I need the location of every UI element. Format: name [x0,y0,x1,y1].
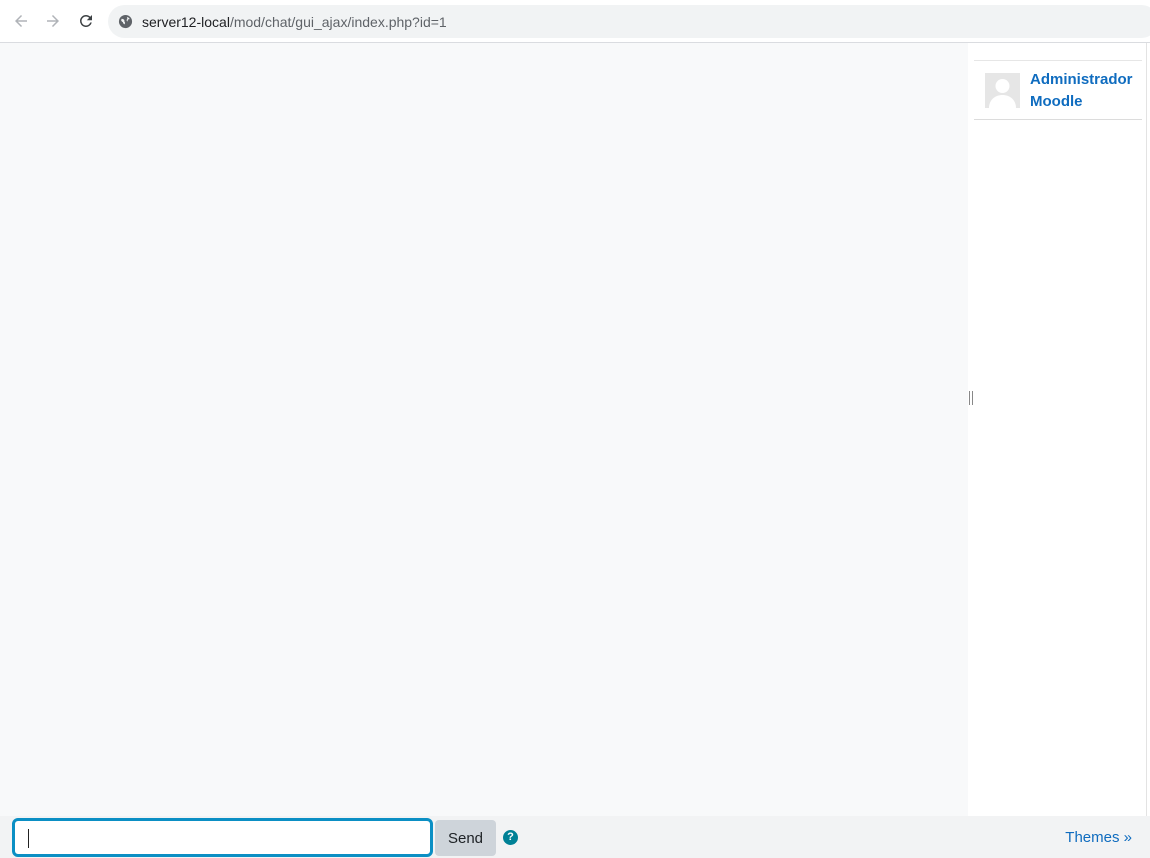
reload-button[interactable] [73,8,99,34]
browser-toolbar: server12-local/mod/chat/gui_ajax/index.p… [0,0,1150,43]
forward-button[interactable] [40,8,66,34]
themes-link[interactable]: Themes » [1065,829,1132,846]
user-silhouette-icon [985,73,1020,108]
text-caret [28,829,29,848]
back-button[interactable] [8,8,34,34]
help-icon[interactable]: ? [503,830,518,845]
user-list-item[interactable]: Administrador Moodle [974,60,1142,120]
users-list-panel: Administrador Moodle [974,43,1146,816]
globe-icon [118,14,134,30]
chat-messages-area [0,43,968,816]
message-input[interactable] [12,818,433,857]
address-bar[interactable]: server12-local/mod/chat/gui_ajax/index.p… [108,5,1150,38]
url-host: server12-local [142,13,230,30]
grip-icon [969,391,973,405]
url-path: /mod/chat/gui_ajax/index.php?id=1 [229,13,447,30]
composer-bar: Send ? Themes » [0,816,1150,858]
panel-edge [1146,43,1150,816]
url-text: server12-local/mod/chat/gui_ajax/index.p… [142,14,447,30]
arrow-left-icon [15,15,27,27]
user-name-link[interactable]: Administrador Moodle [1030,69,1142,113]
avatar [985,73,1020,108]
send-button[interactable]: Send [435,820,496,856]
arrow-right-icon [47,15,59,27]
reload-icon [79,14,92,27]
